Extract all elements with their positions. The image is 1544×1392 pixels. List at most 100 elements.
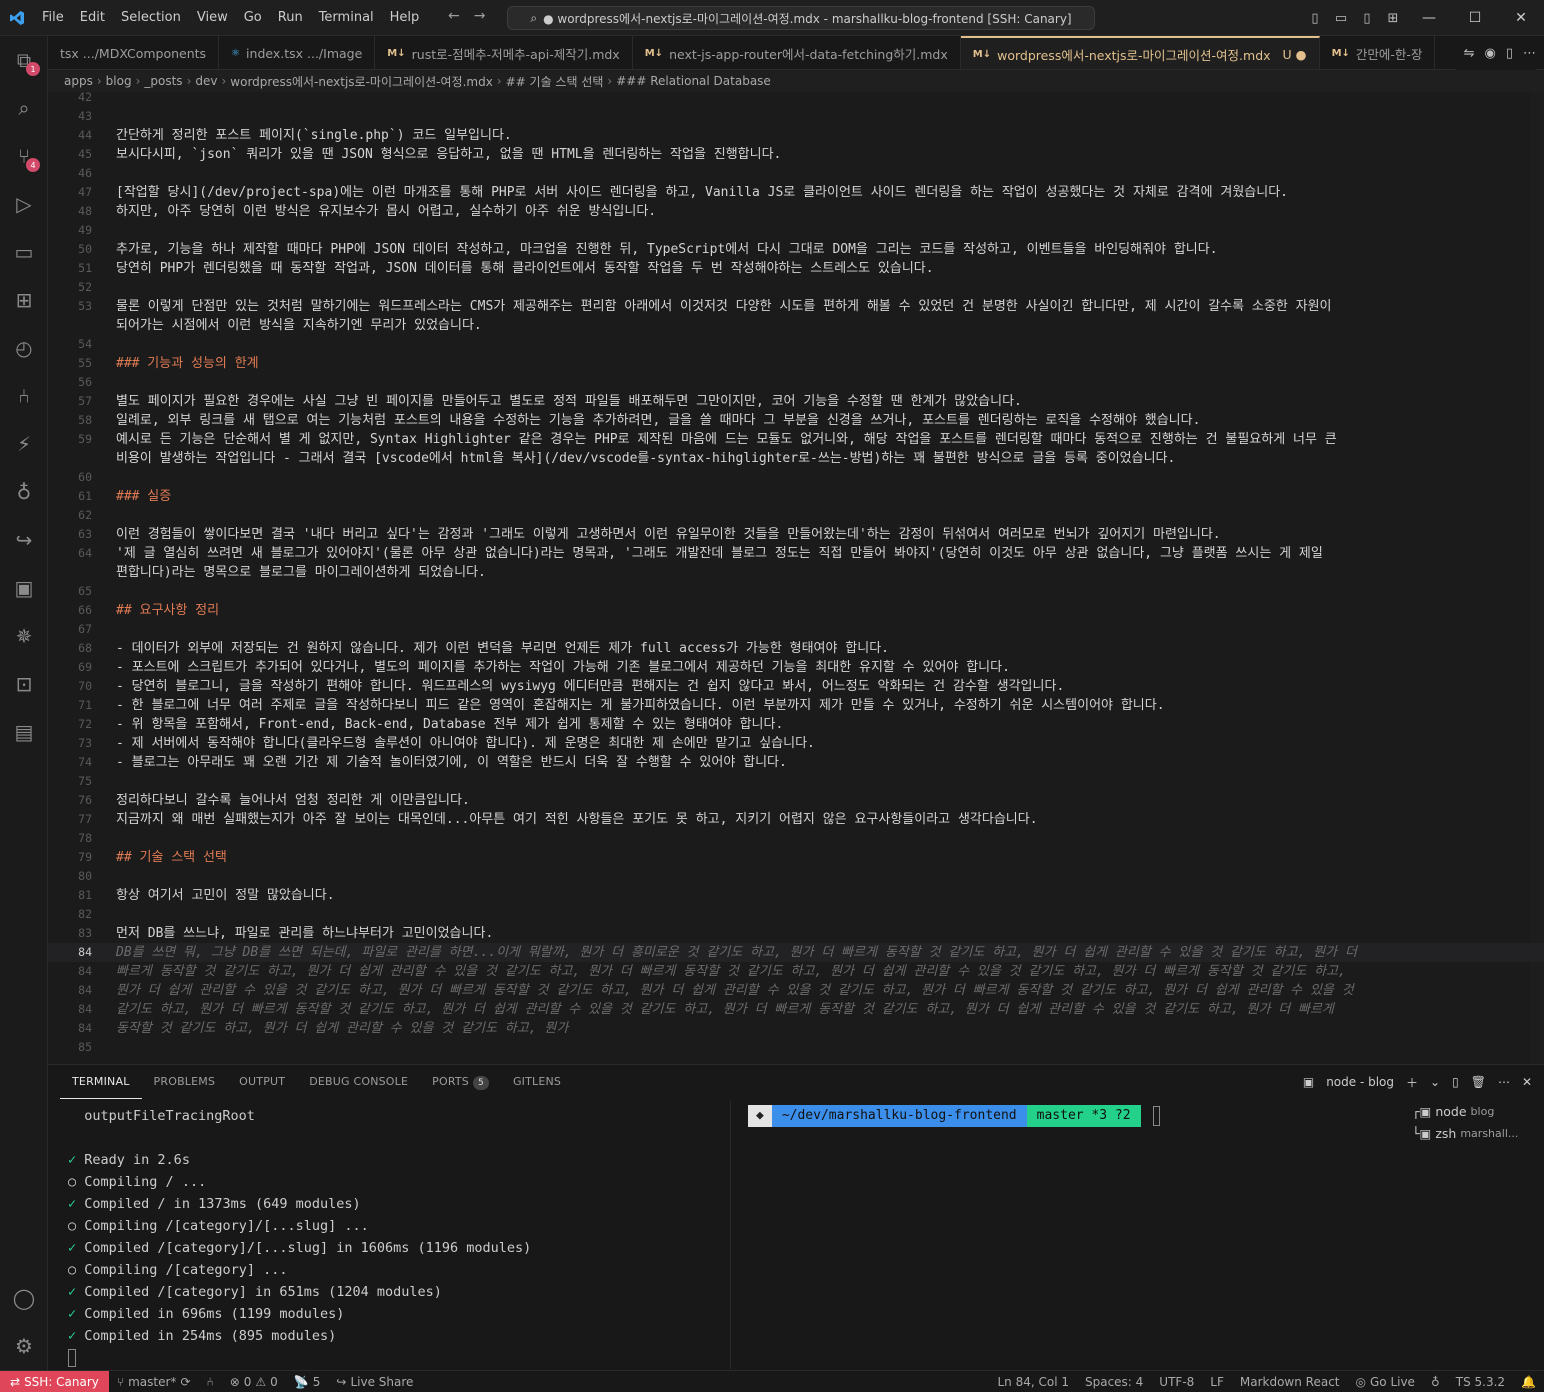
editor-tab[interactable]: M↓ next-js-app-router에서-data-fetching하기.m… (633, 36, 961, 69)
menu-item-view[interactable]: View (189, 0, 236, 36)
more-actions-icon[interactable]: ⋯ (1523, 46, 1536, 61)
breadcrumb-item[interactable]: apps (64, 74, 93, 88)
code-line[interactable]: 84 동작할 것 같기도 하고, 뭔가 더 쉽게 관리할 수 있을 것 같기도 하… (48, 1019, 1544, 1038)
code-line[interactable]: 72 - 위 항목을 포함해서, Front-end, Back-end, Dat… (48, 715, 1544, 734)
code-line[interactable]: 61 ### 실증 (48, 487, 1544, 506)
code-line[interactable]: 51 당연히 PHP가 렌더링했을 때 동작할 작업과, JSON 데이터를 통해… (48, 259, 1544, 278)
live-share-icon[interactable]: ↪ (0, 516, 48, 564)
close-panel-icon[interactable]: ✕ (1522, 1075, 1532, 1089)
breadcrumb-item[interactable]: ## 기술 스택 선택 (506, 73, 604, 90)
code-line[interactable]: 73 - 제 서버에서 동작해야 합니다(클라우드형 솔루션이 아니여야 합니다)… (48, 734, 1544, 753)
notifications-bell-icon[interactable]: 🔔 (1513, 1375, 1544, 1389)
editor-tab[interactable]: M↓ rust로-점메추-저메추-api-제작기.mdx (375, 36, 633, 69)
menu-item-terminal[interactable]: Terminal (311, 0, 382, 36)
toggle-secondary-sidebar-icon[interactable]: ▯ (1354, 0, 1380, 36)
code-line[interactable]: 84 DB를 쓰면 뭐, 그냥 DB를 쓰면 되는데, 파일로 관리를 하면...… (48, 943, 1544, 962)
language-mode[interactable]: Markdown React (1232, 1375, 1348, 1389)
code-line[interactable]: 66 ## 요구사항 정리 (48, 601, 1544, 620)
panel-tab-gitlens[interactable]: GITLENS (501, 1065, 573, 1099)
code-line[interactable]: 44 간단하게 정리한 포스트 페이지(`single.php`) 코드 일부입니… (48, 126, 1544, 145)
forward-arrow-icon[interactable]: → (474, 8, 486, 24)
code-line[interactable]: 되어가는 시점에서 이런 방식을 지속하기엔 무리가 있었습니다. (48, 316, 1544, 335)
code-line[interactable]: 80 (48, 867, 1544, 886)
editor-tab[interactable]: tsx .../MDXComponents (48, 36, 220, 69)
code-line[interactable]: 62 (48, 506, 1544, 525)
code-line[interactable]: 비용이 발생하는 작업입니다 - 그래서 결국 [vscode에서 html을 … (48, 449, 1544, 468)
code-line[interactable]: 64 '제 글 열심히 쓰려면 새 블로그가 있어야지'(물론 아무 상관 없습니… (48, 544, 1544, 563)
panel-tab-terminal[interactable]: TERMINAL (60, 1065, 142, 1099)
menu-item-help[interactable]: Help (382, 0, 428, 36)
end-of-line[interactable]: LF (1202, 1375, 1232, 1389)
panel-tab-output[interactable]: OUTPUT (227, 1065, 297, 1099)
extensions-icon[interactable]: ⊞ (0, 276, 48, 324)
source-control-icon[interactable]: ⑂ 4 (0, 132, 48, 180)
code-line[interactable]: 79 ## 기술 스택 선택 (48, 848, 1544, 867)
encoding[interactable]: UTF-8 (1151, 1375, 1202, 1389)
menu-item-edit[interactable]: Edit (72, 0, 113, 36)
code-line[interactable]: 57 별도 페이지가 필요한 경우에는 사실 그냥 빈 페이지를 만들어두고 별도… (48, 392, 1544, 411)
open-preview-icon[interactable]: ◉ (1485, 46, 1496, 61)
docker-icon[interactable]: ▣ (0, 564, 48, 612)
typescript-version[interactable]: TS 5.3.2 (1448, 1375, 1513, 1389)
terminal-list-item[interactable]: └▣ zsh marshall... (1412, 1123, 1532, 1145)
terminal-divider[interactable] (730, 1101, 731, 1369)
code-line[interactable]: 74 - 블로그는 아무래도 꽤 오랜 기간 제 기술적 놀이터였기에, 이 역할… (48, 753, 1544, 772)
code-line[interactable]: 78 (48, 829, 1544, 848)
code-line[interactable]: 45 보시다시피, `json` 쿼리가 있을 땐 JSON 형식으로 응답하고,… (48, 145, 1544, 164)
code-line[interactable]: 42 (48, 92, 1544, 107)
editor-tab[interactable]: M↓ wordpress에서-nextjs로-마이그레이션-여정.mdx U ● (960, 36, 1320, 69)
panel-tab-ports[interactable]: PORTS 5 (420, 1065, 501, 1099)
code-line[interactable]: 84 뭔가 더 쉽게 관리할 수 있을 것 같기도 하고, 뭔가 더 빠르게 동작… (48, 981, 1544, 1000)
search-icon[interactable]: ⌕ (0, 84, 48, 132)
minimize-button[interactable]: — (1406, 0, 1452, 36)
split-terminal-icon[interactable]: ▯ (1452, 1075, 1459, 1089)
code-line[interactable]: 75 (48, 772, 1544, 791)
code-line[interactable]: 68 - 데이터가 외부에 저장되는 건 원하지 않습니다. 제가 이런 변덕을 … (48, 639, 1544, 658)
split-editor-icon[interactable]: ▯ (1506, 46, 1513, 61)
code-line[interactable]: 56 (48, 373, 1544, 392)
code-line[interactable]: 48 하지만, 아주 당연히 이런 방식은 유지보수가 몹시 어렵고, 실수하기 … (48, 202, 1544, 221)
back-arrow-icon[interactable]: ← (448, 8, 460, 24)
code-line[interactable]: 81 항상 여기서 고민이 정말 많았습니다. (48, 886, 1544, 905)
panel-tab-problems[interactable]: PROBLEMS (142, 1065, 228, 1099)
comments-icon[interactable]: ▤ (0, 708, 48, 756)
cursor-position[interactable]: Ln 84, Col 1 (989, 1375, 1077, 1389)
thunder-client-icon[interactable]: ⚡ (0, 420, 48, 468)
code-line[interactable]: 82 (48, 905, 1544, 924)
editor-tab[interactable]: M↓ 간만에-한-장 (1320, 36, 1436, 69)
breadcrumb-item[interactable]: wordpress에서-nextjs로-마이그레이션-여정.mdx (230, 73, 493, 90)
code-line[interactable]: 69 - 포스트에 스크립트가 추가되어 있다거나, 별도의 페이지를 추가하는 … (48, 658, 1544, 677)
live-share-button[interactable]: ↪ Live Share (328, 1375, 421, 1389)
maximize-button[interactable]: ☐ (1452, 0, 1498, 36)
ports-indicator[interactable]: 📡 5 (286, 1375, 329, 1389)
code-line[interactable]: 46 (48, 164, 1544, 183)
code-line[interactable]: 77 지금까지 왜 매번 실패했는지가 아주 잘 보이는 대목인데...아무튼 여… (48, 810, 1544, 829)
remote-explorer-icon[interactable]: ▭ (0, 228, 48, 276)
code-line[interactable]: 63 이런 경험들이 쌓이다보면 결국 '내다 버리고 싶다'는 감정과 '그래도… (48, 525, 1544, 544)
code-line[interactable]: 53 물론 이렇게 단점만 있는 것처럼 말하기에는 워드프레스라는 CMS가 제… (48, 297, 1544, 316)
git-graph-status[interactable]: ⑃ (199, 1375, 222, 1389)
timeline-icon[interactable]: ◴ (0, 324, 48, 372)
breadcrumb-item[interactable]: blog (106, 74, 132, 88)
accounts-icon[interactable]: ◯ (0, 1274, 48, 1322)
code-line[interactable]: 85 (48, 1038, 1544, 1057)
editor-tab[interactable]: ⚛ index.tsx .../Image (219, 36, 376, 69)
branch-indicator[interactable]: ⑂ master* ⟳ (109, 1375, 199, 1389)
toggle-panel-icon[interactable]: ▭ (1328, 0, 1354, 36)
trash-icon[interactable]: 🗑 (1471, 1075, 1486, 1089)
command-center[interactable]: ⌕ ● wordpress에서-nextjs로-마이그레이션-여정.mdx - … (507, 6, 1095, 30)
code-line[interactable]: 65 (48, 582, 1544, 601)
explorer-icon[interactable]: ⧉ 1 (0, 36, 48, 84)
go-live-button[interactable]: ◎ Go Live (1348, 1375, 1423, 1389)
code-line[interactable]: 편합니다)라는 명목으로 블로그를 마이그레이션하게 되었습니다. (48, 563, 1544, 582)
terminal-output[interactable]: outputFileTracingRoot ✓ Ready in 2.6s ○ Co… (68, 1105, 728, 1367)
terminal-name[interactable]: node - blog (1326, 1075, 1394, 1089)
problems-indicator[interactable]: ⊗ 0 ⚠ 0 (222, 1375, 286, 1389)
menu-item-selection[interactable]: Selection (113, 0, 189, 36)
manage-gear-icon[interactable]: ⚙ (0, 1322, 48, 1370)
code-editor[interactable]: 42 43 44 간단하게 정리한 포스트 페이지(`single.php`) 코드 … (48, 92, 1544, 1064)
code-line[interactable]: 59 예시로 든 기능은 단순해서 별 게 없지만, Syntax Highlig… (48, 430, 1544, 449)
breadcrumb-item[interactable]: _posts (144, 74, 182, 88)
run-debug-icon[interactable]: ▷ (0, 180, 48, 228)
code-line[interactable]: 58 일례로, 외부 링크를 새 탭으로 여는 기능처럼 포스트의 내용을 수정하… (48, 411, 1544, 430)
